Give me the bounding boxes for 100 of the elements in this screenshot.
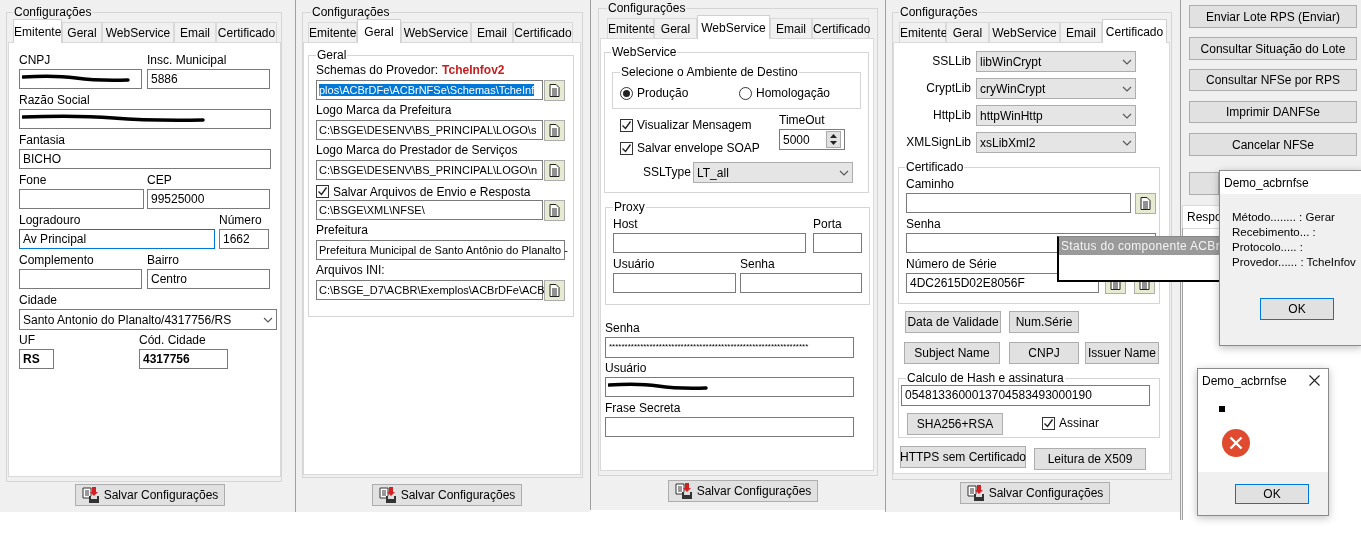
chevron-down-icon bbox=[1122, 112, 1132, 119]
dropdown[interactable]: xsLibXml2 bbox=[976, 132, 1136, 153]
dropdown[interactable]: libWinCrypt bbox=[976, 51, 1136, 72]
text-field[interactable] bbox=[813, 233, 862, 253]
checkbox[interactable]: Assinar bbox=[1042, 415, 1112, 431]
tab[interactable]: Email bbox=[770, 18, 812, 38]
dropdown[interactable]: LT_all bbox=[693, 162, 853, 183]
browse-button[interactable] bbox=[544, 200, 565, 221]
save-button[interactable]: Salvar Configurações bbox=[960, 482, 1110, 504]
checkbox[interactable]: Salvar envelope SOAP bbox=[620, 140, 760, 156]
tab[interactable]: Emitente bbox=[13, 19, 62, 43]
tab[interactable]: Certificado bbox=[1102, 19, 1167, 43]
text-field[interactable]: plos\ACBrDFe\ACBrNFSe\Schemas\TcheInf bbox=[316, 80, 543, 100]
tab[interactable]: WebService bbox=[989, 22, 1060, 42]
button[interactable]: Data de Validade bbox=[905, 311, 1001, 333]
field-label: Senha bbox=[906, 217, 941, 231]
group-title: Configurações bbox=[899, 5, 979, 19]
button[interactable]: CNPJ bbox=[1009, 342, 1079, 364]
text-field[interactable]: 4317756 bbox=[139, 349, 228, 369]
tab[interactable]: Geral bbox=[62, 22, 102, 42]
number-spinner[interactable]: 5000 bbox=[779, 129, 845, 150]
save-button[interactable]: Salvar Configurações bbox=[75, 484, 225, 506]
field-label: SSLType bbox=[643, 165, 691, 179]
action-button[interactable]: Consultar NFSe por RPS bbox=[1189, 69, 1357, 91]
button[interactable]: Leitura de X509 bbox=[1034, 448, 1146, 470]
browse-button[interactable] bbox=[544, 120, 565, 141]
tab[interactable]: WebService bbox=[401, 22, 471, 42]
chevron-down-icon bbox=[263, 316, 273, 323]
action-button[interactable]: Imprimir DANFSe bbox=[1189, 101, 1357, 123]
tab[interactable]: Certificado bbox=[812, 18, 869, 38]
radio-button[interactable]: Produção bbox=[620, 85, 720, 101]
field-label: Número de Série bbox=[906, 257, 997, 271]
save-icon bbox=[966, 485, 985, 501]
field-label: Prefeitura bbox=[316, 223, 369, 237]
close-icon[interactable] bbox=[1309, 375, 1320, 386]
field-label: SSLLib bbox=[931, 54, 971, 68]
ok-button[interactable]: OK bbox=[1260, 298, 1334, 320]
dropdown[interactable]: Santo Antonio do Planalto/4317756/RS bbox=[19, 309, 277, 330]
button[interactable]: HTTPS sem Certificado bbox=[900, 446, 1026, 468]
text-field[interactable]: C:\BSGE_D7\ACBR\Exemplos\ACBrDFe\ACB bbox=[316, 280, 543, 300]
action-button[interactable]: Consultar Situação do Lote bbox=[1189, 37, 1357, 60]
text-field[interactable]: RS bbox=[19, 349, 54, 369]
field-label: CEP bbox=[147, 173, 172, 187]
browse-button[interactable] bbox=[544, 280, 565, 301]
text-field[interactable]: 5886 bbox=[147, 69, 270, 89]
text-field[interactable] bbox=[19, 269, 142, 289]
text-field[interactable]: C:\BSGE\DESENV\BS_PRINCIPAL\LOGO\s bbox=[316, 120, 543, 140]
tab[interactable]: Email bbox=[174, 22, 216, 42]
save-button[interactable]: Salvar Configurações bbox=[372, 484, 522, 506]
text-field[interactable]: Centro bbox=[147, 269, 270, 289]
text-field[interactable] bbox=[906, 193, 1131, 213]
text-field[interactable] bbox=[19, 69, 142, 89]
browse-button[interactable] bbox=[544, 80, 565, 101]
text-field[interactable]: BICHO bbox=[19, 149, 271, 169]
text-field[interactable] bbox=[19, 189, 144, 209]
tab[interactable]: Emitente bbox=[899, 22, 946, 42]
tab[interactable]: Email bbox=[471, 22, 513, 42]
tab[interactable]: Geral bbox=[357, 19, 401, 43]
action-button[interactable]: Enviar Lote RPS (Enviar) bbox=[1189, 5, 1357, 28]
button[interactable]: SHA256+RSA bbox=[907, 413, 1003, 435]
tab[interactable]: Geral bbox=[654, 18, 697, 38]
browse-button[interactable] bbox=[544, 160, 565, 181]
field-label: Senha bbox=[740, 257, 775, 271]
tab[interactable]: WebService bbox=[697, 15, 770, 39]
checkbox[interactable]: Visualizar Mensagem bbox=[620, 117, 752, 133]
field-label: Senha bbox=[605, 321, 640, 335]
text-field[interactable]: C:\BSGE\DESENV\BS_PRINCIPAL\LOGO\n bbox=[316, 160, 543, 180]
tab[interactable]: Certificado bbox=[216, 22, 277, 42]
tab[interactable]: Emitente bbox=[607, 18, 654, 38]
browse-button[interactable] bbox=[1135, 193, 1156, 214]
text-field[interactable]: Av Principal bbox=[19, 229, 215, 249]
action-button[interactable]: Cancelar NFSe bbox=[1189, 133, 1357, 156]
button[interactable]: Num.Série bbox=[1009, 311, 1079, 333]
save-button[interactable]: Salvar Configurações bbox=[668, 480, 818, 502]
tab[interactable]: Emitente bbox=[308, 22, 357, 42]
text-field[interactable] bbox=[19, 109, 271, 129]
text-field[interactable] bbox=[613, 233, 806, 253]
button[interactable]: Issuer Name bbox=[1085, 342, 1159, 364]
text-field[interactable]: 1662 bbox=[219, 229, 269, 249]
checkbox[interactable]: Salvar Arquivos de Envio e Resposta bbox=[316, 183, 531, 200]
text-field[interactable] bbox=[605, 377, 854, 397]
group-title: Selecione o Ambiente de Destino bbox=[620, 65, 799, 79]
dropdown[interactable]: cryWinCrypt bbox=[976, 78, 1136, 99]
text-field[interactable] bbox=[740, 273, 862, 293]
tab[interactable]: Geral bbox=[946, 22, 989, 42]
window-title: Demo_acbrnfse bbox=[1224, 175, 1309, 190]
text-field[interactable]: 0548133600013704583493000190 bbox=[901, 385, 1150, 406]
text-field[interactable]: **************************************************************** bbox=[605, 337, 854, 358]
tab[interactable]: Certificado bbox=[513, 22, 573, 42]
tab[interactable]: WebService bbox=[102, 22, 174, 42]
text-field[interactable]: 99525000 bbox=[147, 189, 270, 209]
text-field[interactable]: C:\BSGE\XML\NFSE\ bbox=[316, 200, 543, 220]
ok-button[interactable]: OK bbox=[1235, 483, 1309, 504]
button[interactable]: Subject Name bbox=[904, 342, 1000, 364]
tab[interactable]: Email bbox=[1060, 22, 1102, 42]
text-field[interactable] bbox=[605, 417, 854, 437]
field-label: Porta bbox=[813, 217, 842, 231]
dropdown[interactable]: httpWinHttp bbox=[976, 105, 1136, 126]
radio-button[interactable]: Homologação bbox=[739, 85, 849, 101]
text-field[interactable] bbox=[613, 273, 736, 293]
